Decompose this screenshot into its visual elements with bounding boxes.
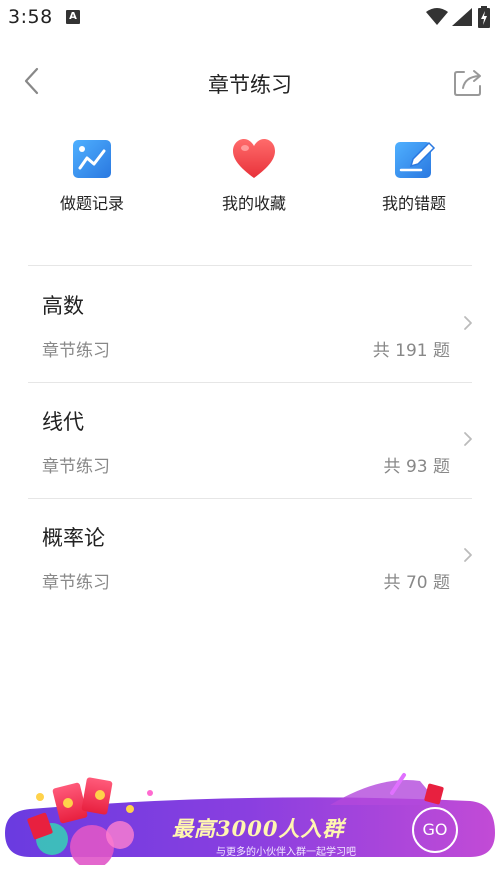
quick-action-label: 我的错题 [381,194,446,213]
course-item-probability[interactable]: 概率论 章节练习 共 70 题 [28,498,472,614]
course-subtitle: 章节练习 [42,573,110,593]
go-button[interactable]: GO [412,807,458,853]
battery-icon [478,6,490,28]
wifi-icon [426,8,448,25]
record-chart-icon [73,140,111,178]
course-title: 高数 [42,294,84,318]
course-item-calculus[interactable]: 高数 章节练习 共 191 题 [28,266,472,382]
share-icon[interactable] [452,66,486,98]
course-item-linear-algebra[interactable]: 线代 章节练习 共 93 题 [28,382,472,498]
quick-action-wrong-answers[interactable]: 我的错题 [354,136,474,214]
status-time: 3:58 [8,6,53,28]
heart-icon [233,139,275,178]
quick-action-favorites[interactable]: 我的收藏 [194,136,314,214]
quick-action-label: 我的收藏 [221,194,286,213]
page-title: 章节练习 [208,73,292,97]
edit-icon [395,141,436,178]
chevron-right-icon [464,432,472,446]
course-count: 共 191 题 [372,341,450,361]
chevron-right-icon [464,316,472,330]
status-bar: 3:58 A [0,0,500,36]
course-subtitle: 章节练习 [42,457,110,477]
notification-icon: A [66,10,80,24]
signal-icon [452,8,472,26]
promo-banner[interactable]: 最高3000人入群 与更多的小伙伴入群一起学习吧 GO [0,765,500,865]
banner-headline: 最高3000人入群 [172,816,345,841]
course-count: 共 93 题 [383,457,450,477]
course-title: 线代 [42,410,84,434]
course-subtitle: 章节练习 [42,341,110,361]
banner-subline: 与更多的小伙伴入群一起学习吧 [216,847,356,858]
chevron-right-icon [464,548,472,562]
course-count: 共 70 题 [383,573,450,593]
quick-actions: 做题记录 我的收藏 我的错题 [0,136,500,226]
quick-action-label: 做题记录 [59,194,124,213]
nav-bar: 章节练习 [0,52,500,112]
quick-action-records[interactable]: 做题记录 [32,136,152,214]
course-title: 概率论 [42,526,105,550]
